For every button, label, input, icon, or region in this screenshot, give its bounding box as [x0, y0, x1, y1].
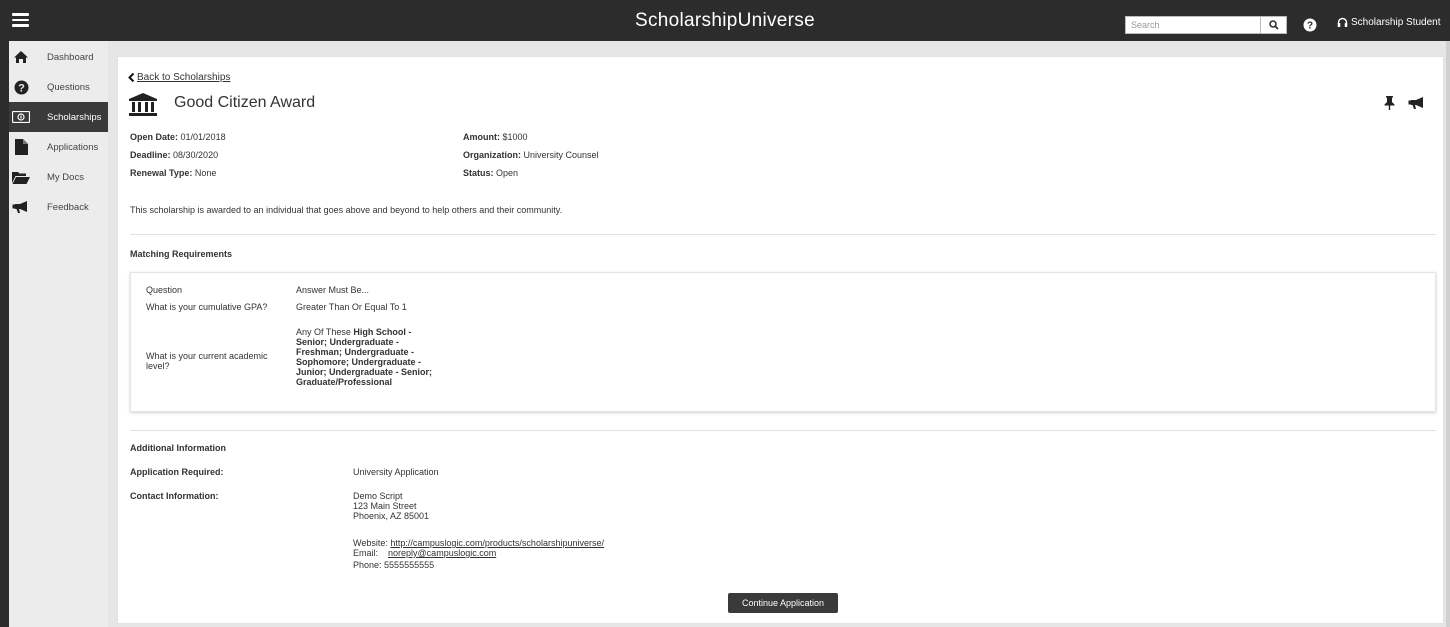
contact-links: Website: http://campuslogic.com/products… [353, 538, 604, 558]
continue-application-button[interactable]: Continue Application [728, 593, 838, 613]
renewal-type-value: None [194, 168, 217, 178]
answer-column-header: Answer Must Be... [296, 285, 370, 295]
scholarship-description: This scholarship is awarded to an indivi… [130, 205, 563, 215]
file-icon [10, 139, 32, 155]
question-column-header: Question [146, 285, 183, 295]
back-link-label: Back to Scholarships [137, 72, 231, 83]
chevron-left-icon [128, 73, 135, 82]
back-to-scholarships-link[interactable]: Back to Scholarships [128, 72, 230, 83]
sidebar-item-questions[interactable]: ? Questions [9, 72, 108, 102]
sidebar-item-dashboard[interactable]: Dashboard [9, 42, 108, 72]
top-bar: ScholarshipUniverse ? Scholarship Studen… [0, 0, 1450, 41]
sidebar-item-label: Dashboard [47, 51, 94, 63]
search-button[interactable] [1261, 16, 1287, 34]
sidebar-item-label: My Docs [47, 171, 84, 183]
contact-information-label: Contact Information: [130, 491, 219, 501]
answer-level: Junior; Undergraduate - Senior; [296, 367, 433, 377]
sidebar-item-label: Questions [47, 81, 90, 93]
institution-icon [128, 93, 158, 119]
organization-label: Organization: [463, 150, 521, 160]
search-input[interactable] [1125, 16, 1261, 34]
requirement-answer: Greater Than Or Equal To 1 [296, 302, 407, 312]
sidebar-item-applications[interactable]: Applications [9, 132, 108, 162]
user-menu[interactable]: Scholarship Student [1337, 17, 1441, 28]
amount-value: $1000 [502, 132, 528, 142]
renewal-type-label: Renewal Type: [130, 168, 193, 178]
left-edge [0, 0, 9, 627]
contact-city: Phoenix, AZ 85001 [353, 511, 430, 521]
amount-label: Amount: [463, 132, 500, 142]
feedback-megaphone-icon[interactable] [1408, 96, 1426, 112]
sidebar-item-feedback[interactable]: Feedback [9, 192, 108, 222]
user-name: Scholarship Student [1351, 17, 1441, 28]
search-icon [1268, 20, 1279, 30]
question-circle-icon: ? [10, 80, 32, 95]
phone-value: 5555555555 [384, 560, 435, 570]
contact-address: Demo Script 123 Main Street Phoenix, AZ … [353, 491, 429, 521]
home-icon [10, 50, 32, 64]
scrollbar[interactable] [1446, 41, 1450, 627]
divider [130, 234, 1436, 235]
status: Status: Open [463, 168, 518, 178]
website-label: Website: [353, 538, 388, 548]
organization-value: University Counsel [523, 150, 599, 160]
answer-level: Senior; Undergraduate - [296, 337, 400, 347]
answer-level: Graduate/Professional [296, 377, 393, 387]
folder-open-icon [10, 171, 32, 184]
headphones-icon [1337, 17, 1348, 27]
additional-information-heading: Additional Information [130, 443, 226, 453]
email-link[interactable]: noreply@campuslogic.com [388, 548, 496, 558]
pin-icon[interactable] [1384, 96, 1395, 112]
phone-label: Phone: [353, 560, 382, 570]
requirement-answer: Any Of These High School - Senior; Under… [296, 327, 452, 387]
sidebar-item-label: Applications [47, 141, 99, 153]
megaphone-icon [10, 200, 32, 214]
open-date: Open Date: 01/01/2018 [130, 132, 226, 142]
email-label: Email: [353, 548, 379, 558]
requirements-table: Question Answer Must Be... What is your … [130, 272, 1436, 412]
scholarship-detail-panel: Back to Scholarships Good Citizen Award … [117, 56, 1444, 624]
phone: Phone: 5555555555 [353, 560, 434, 570]
sidebar-item-label: Feedback [47, 201, 89, 213]
contact-name: Demo Script [353, 491, 403, 501]
status-label: Status: [463, 168, 494, 178]
organization: Organization: University Counsel [463, 150, 599, 160]
sidebar-item-scholarships[interactable]: Scholarships [9, 102, 108, 132]
deadline-value: 08/30/2020 [173, 150, 219, 160]
contact-street: 123 Main Street [353, 501, 417, 511]
answer-level: Freshman; Undergraduate - [296, 347, 415, 357]
sidebar: Dashboard ? Questions Scholarships Appli… [9, 41, 108, 627]
matching-requirements-heading: Matching Requirements [130, 249, 233, 259]
application-required-value: University Application [353, 467, 439, 477]
amount: Amount: $1000 [463, 132, 528, 142]
divider [130, 430, 1436, 431]
deadline-label: Deadline: [130, 150, 171, 160]
hamburger-menu-icon[interactable] [12, 13, 29, 27]
deadline: Deadline: 08/30/2020 [130, 150, 218, 160]
page-title: Good Citizen Award [174, 94, 316, 111]
help-icon[interactable]: ? [1303, 18, 1317, 32]
sidebar-item-my-docs[interactable]: My Docs [9, 162, 108, 192]
open-date-label: Open Date: [130, 132, 179, 142]
svg-text:?: ? [1307, 21, 1313, 32]
svg-text:?: ? [18, 82, 25, 94]
renewal-type: Renewal Type: None [130, 168, 216, 178]
website-link[interactable]: http://campuslogic.com/products/scholars… [390, 538, 604, 548]
status-value: Open [496, 168, 519, 178]
requirement-question: What is your current academic level? [146, 351, 268, 371]
answer-level: High School - [353, 327, 412, 337]
sidebar-item-label: Scholarships [47, 111, 102, 123]
application-required-label: Application Required: [130, 467, 224, 477]
answer-level: Sophomore; Undergraduate - [296, 357, 422, 367]
open-date-value: 01/01/2018 [180, 132, 226, 142]
answer-prefix: Any Of These [296, 327, 351, 337]
money-icon [10, 111, 32, 123]
requirement-question: What is your cumulative GPA? [146, 302, 268, 312]
